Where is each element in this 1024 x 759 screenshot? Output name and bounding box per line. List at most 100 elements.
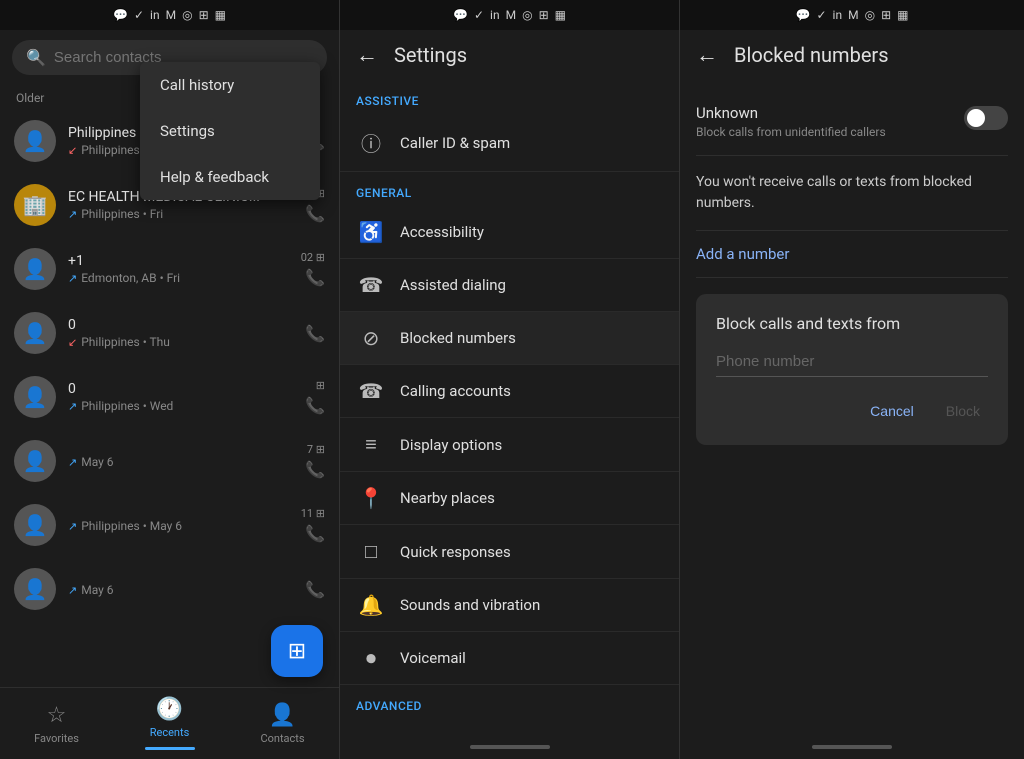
home-indicator-3 — [680, 735, 1024, 759]
grid-icon: ⊞ — [199, 8, 209, 22]
linkedin-icon: in — [833, 8, 843, 22]
grid-icon: ⊞ — [881, 8, 891, 22]
nav-recents-label: Recents — [150, 726, 190, 739]
messenger-icon: 💬 — [113, 8, 128, 22]
blocked-content: Unknown Block calls from unidentified ca… — [680, 80, 1024, 735]
settings-item-accessibility[interactable]: ♿ Accessibility — [340, 206, 679, 259]
settings-title: Settings — [394, 43, 467, 67]
call-sub: ↗ May 6 — [68, 583, 293, 597]
mail-icon: M — [506, 8, 516, 22]
settings-item-label: Display options — [400, 436, 502, 454]
blocked-info-text: You won't receive calls or texts from bl… — [696, 156, 1008, 231]
block-button[interactable]: Block — [938, 397, 988, 425]
call-tag: ⊞ — [316, 379, 325, 392]
arrow-out-icon: ↗ — [68, 456, 77, 469]
settings-item-quick-responses[interactable]: □ Quick responses — [340, 525, 679, 579]
nav-recents[interactable]: 🕐 Recents — [113, 689, 226, 758]
nav-contacts-label: Contacts — [260, 732, 304, 745]
settings-list: ASSISTIVE ⓘ Caller ID & spam GENERAL ♿ A… — [340, 80, 679, 735]
arrow-out-icon: ↗ — [68, 208, 77, 221]
phone-icon: 📞 — [305, 580, 325, 599]
linkedin-icon: in — [150, 8, 160, 22]
avatar: 👤 — [14, 568, 56, 610]
block-dialog-actions: Cancel Block — [716, 397, 988, 425]
sounds-icon: 🔔 — [356, 593, 386, 617]
dialpad-fab[interactable]: ⊞ — [271, 625, 323, 677]
menu-item-settings[interactable]: Settings — [140, 108, 320, 154]
arrow-in-icon: ↙ — [68, 336, 77, 349]
settings-item-display-options[interactable]: ≡ Display options — [340, 418, 679, 472]
accessibility-icon: ♿ — [356, 220, 386, 244]
avatar: 👤 — [14, 120, 56, 162]
home-bar — [470, 745, 550, 749]
settings-item-caller-id-announcement[interactable]: Caller ID announcement — [340, 719, 679, 735]
back-button[interactable]: ← — [696, 42, 718, 68]
mail-icon: M — [848, 8, 858, 22]
mail-icon: M — [166, 8, 176, 22]
nav-favorites-label: Favorites — [34, 732, 79, 745]
unknown-title: Unknown — [696, 104, 886, 122]
settings-item-label: Blocked numbers — [400, 329, 516, 347]
call-tag: 11 ⊞ — [301, 507, 325, 520]
settings-item-sounds-vibration[interactable]: 🔔 Sounds and vibration — [340, 579, 679, 632]
voicemail-icon: ⏺ — [356, 646, 386, 670]
arrow-out-icon: ↗ — [68, 520, 77, 533]
home-indicator-2 — [340, 735, 679, 759]
settings-item-label: Voicemail — [400, 649, 466, 667]
phone-number-input[interactable] — [716, 347, 988, 377]
menu-item-call-history[interactable]: Call history — [140, 62, 320, 108]
settings-item-nearby-places[interactable]: 📍 Nearby places — [340, 472, 679, 525]
section-advanced: ADVANCED — [340, 685, 679, 719]
check-icon: ✓ — [816, 8, 826, 22]
settings-item-calling-accounts[interactable]: ☎ Calling accounts — [340, 365, 679, 418]
list-item[interactable]: 👤 ↗ Philippines • May 6 11 ⊞ 📞 — [0, 493, 339, 557]
call-name: +1 — [68, 253, 289, 269]
settings-item-label: Sounds and vibration — [400, 596, 540, 614]
phone-icon: 📞 — [305, 204, 325, 223]
context-menu: Call history Settings Help & feedback — [140, 62, 320, 200]
call-sub: ↙ Philippines • Thu — [68, 335, 293, 349]
settings-item-caller-id-spam[interactable]: ⓘ Caller ID & spam — [340, 114, 679, 172]
nav-contacts[interactable]: 👤 Contacts — [226, 695, 339, 753]
circle-icon: ◎ — [182, 8, 192, 22]
arrow-out-icon: ↗ — [68, 272, 77, 285]
bottom-navigation: ☆ Favorites 🕐 Recents 👤 Contacts — [0, 687, 339, 759]
list-item[interactable]: 👤 0 ↙ Philippines • Thu 📞 — [0, 301, 339, 365]
section-general: GENERAL — [340, 172, 679, 206]
nearby-places-icon: 📍 — [356, 486, 386, 510]
block-dialog: Block calls and texts from Cancel Block — [696, 294, 1008, 445]
unknown-toggle[interactable] — [964, 106, 1008, 130]
cancel-button[interactable]: Cancel — [862, 397, 922, 425]
messenger-icon: 💬 — [796, 8, 811, 22]
list-item[interactable]: 👤 ↗ May 6 7 ⊞ 📞 — [0, 429, 339, 493]
list-item[interactable]: 👤 0 ↗ Philippines • Wed ⊞ 📞 — [0, 365, 339, 429]
call-tag: 7 ⊞ — [307, 443, 325, 456]
active-indicator — [145, 747, 195, 750]
call-tag: 02 ⊞ — [301, 251, 325, 264]
settings-item-voicemail[interactable]: ⏺ Voicemail — [340, 632, 679, 685]
add-number-button[interactable]: Add a number — [696, 231, 1008, 278]
back-button[interactable]: ← — [356, 42, 378, 68]
list-item[interactable]: 👤 ↗ May 6 📞 — [0, 557, 339, 621]
phone-icon: 📞 — [305, 268, 325, 287]
unknown-subtitle: Block calls from unidentified callers — [696, 125, 886, 139]
phone-icon: 📞 — [305, 324, 325, 343]
blocked-numbers-title: Blocked numbers — [734, 43, 889, 67]
call-sub: ↗ May 6 — [68, 455, 293, 469]
settings-item-assisted-dialing[interactable]: ☎ Assisted dialing — [340, 259, 679, 312]
home-bar — [812, 745, 892, 749]
avatar: 👤 — [14, 312, 56, 354]
list-item[interactable]: 👤 +1 ↗ Edmonton, AB • Fri 02 ⊞ 📞 — [0, 237, 339, 301]
menu-item-help[interactable]: Help & feedback — [140, 154, 320, 200]
settings-item-blocked-numbers[interactable]: ⊘ Blocked numbers — [340, 312, 679, 365]
call-sub: ↗ Philippines • May 6 — [68, 519, 289, 533]
arrow-out-icon: ↗ — [68, 400, 77, 413]
sim-icon: ▦ — [897, 8, 908, 22]
arrow-out-icon: ↗ — [68, 584, 77, 597]
call-sub: ↗ Philippines • Fri — [68, 207, 293, 221]
nav-favorites[interactable]: ☆ Favorites — [0, 695, 113, 753]
unknown-row: Unknown Block calls from unidentified ca… — [696, 96, 1008, 156]
grid-icon: ⊞ — [539, 8, 549, 22]
favorites-icon: ☆ — [47, 703, 67, 728]
phone-icon: 📞 — [305, 524, 325, 543]
